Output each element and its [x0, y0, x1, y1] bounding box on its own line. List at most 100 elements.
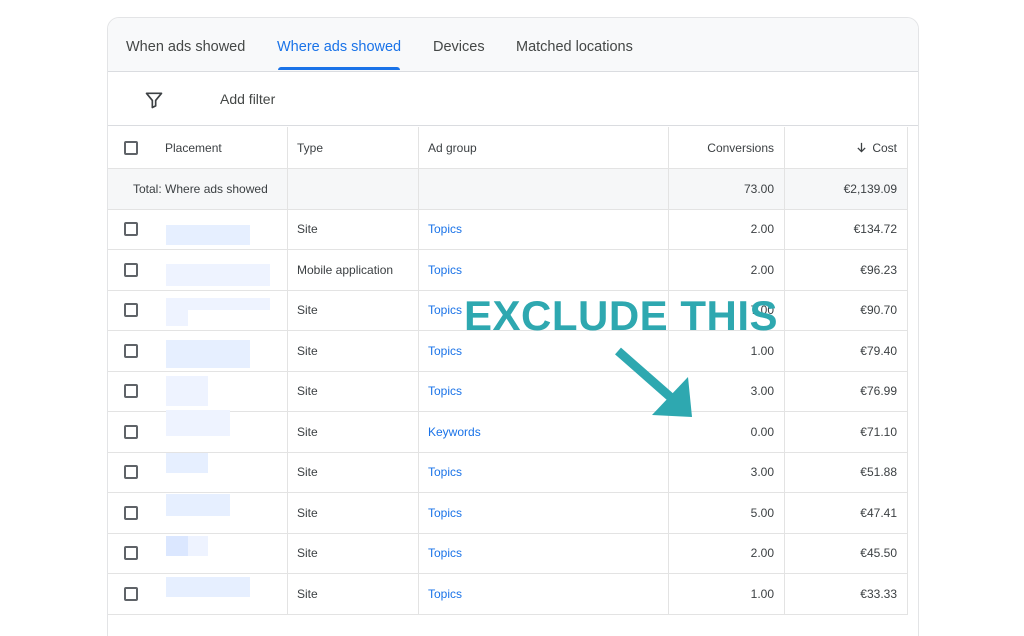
total-ad-group-cell: [419, 169, 669, 209]
redacted-placement-block: [188, 298, 270, 310]
type-cell: Site: [288, 371, 419, 411]
row-checkbox-cell: [108, 453, 153, 493]
tab-devices[interactable]: Devices: [433, 18, 485, 72]
total-cost: €2,139.09: [785, 169, 908, 209]
type-cell: Site: [288, 331, 419, 371]
row-checkbox-cell: [108, 331, 153, 371]
type-cell: Site: [288, 574, 419, 614]
table-row: Site Topics 3.00 €76.99: [108, 371, 908, 412]
column-header-ad-group[interactable]: Ad group: [419, 127, 669, 168]
conversions-cell: 2.00: [669, 250, 785, 290]
ad-group-link[interactable]: Topics: [428, 344, 462, 358]
cost-cell: €71.10: [785, 412, 908, 452]
row-checkbox[interactable]: [123, 465, 138, 480]
table-row: Site Topics 2.00 €45.50: [108, 533, 908, 574]
filter-bar: Add filter: [108, 72, 918, 126]
row-checkbox-cell: [108, 412, 153, 452]
cost-cell: €47.41: [785, 493, 908, 533]
conversions-cell: 3.00: [669, 452, 785, 492]
tab-when-ads-showed[interactable]: When ads showed: [126, 18, 245, 72]
redacted-placement-block: [166, 410, 230, 436]
cost-cell: €33.33: [785, 574, 908, 614]
ad-group-link[interactable]: Topics: [428, 263, 462, 277]
filter-icon[interactable]: [144, 90, 164, 110]
tab-where-ads-showed[interactable]: Where ads showed: [277, 18, 401, 72]
total-label: Total: Where ads showed: [108, 169, 288, 209]
ad-group-link[interactable]: Topics: [428, 384, 462, 398]
type-cell: Site: [288, 209, 419, 249]
row-checkbox[interactable]: [123, 343, 138, 358]
type-cell: Site: [288, 412, 419, 452]
conversions-cell: 5.00: [669, 493, 785, 533]
redacted-placement-block: [166, 376, 208, 406]
add-filter-button[interactable]: Add filter: [220, 91, 275, 107]
row-checkbox-cell: [108, 493, 153, 533]
redacted-placement-block: [166, 494, 230, 516]
row-checkbox[interactable]: [123, 424, 138, 439]
report-tabs: When ads showed Where ads showed Devices…: [108, 18, 918, 72]
row-checkbox-cell: [108, 291, 153, 331]
ad-group-link[interactable]: Topics: [428, 546, 462, 560]
total-type-cell: [288, 169, 419, 209]
type-cell: Site: [288, 533, 419, 573]
ad-group-cell: Topics: [419, 209, 669, 249]
conversions-cell: 2.00: [669, 209, 785, 249]
cost-cell: €51.88: [785, 452, 908, 492]
active-tab-indicator: [278, 67, 400, 70]
total-conversions: 73.00: [669, 169, 785, 209]
cost-cell: €134.72: [785, 209, 908, 249]
cost-cell: €96.23: [785, 250, 908, 290]
redacted-placement-block: [166, 536, 188, 556]
column-header-conversions[interactable]: Conversions: [669, 127, 785, 168]
select-all-checkbox[interactable]: [123, 140, 138, 155]
row-checkbox-cell: [108, 250, 153, 290]
ad-group-link[interactable]: Topics: [428, 506, 462, 520]
row-checkbox[interactable]: [123, 546, 138, 561]
redacted-placement-block: [166, 298, 188, 326]
column-header-placement[interactable]: Placement: [153, 127, 288, 168]
redacted-placement-block: [166, 340, 250, 368]
cost-cell: €45.50: [785, 533, 908, 573]
row-checkbox[interactable]: [123, 384, 138, 399]
exclude-annotation: EXCLUDE THIS: [464, 292, 779, 339]
row-checkbox[interactable]: [123, 505, 138, 520]
table-header-row: Placement Type Ad group Conversions Cost: [108, 127, 908, 169]
redacted-placement-block: [166, 453, 208, 473]
cost-cell: €79.40: [785, 331, 908, 371]
annotation-arrow-icon: [615, 347, 692, 417]
table-total-row: Total: Where ads showed 73.00 €2,139.09: [108, 169, 908, 210]
row-checkbox[interactable]: [123, 222, 138, 237]
ad-group-cell: Topics: [419, 452, 669, 492]
redacted-placement-block: [188, 536, 208, 556]
row-checkbox[interactable]: [123, 586, 138, 601]
column-header-cost[interactable]: Cost: [785, 127, 908, 168]
tab-matched-locations[interactable]: Matched locations: [516, 18, 633, 72]
ad-group-cell: Topics: [419, 250, 669, 290]
column-header-cost-label: Cost: [872, 140, 897, 155]
conversions-cell: 2.00: [669, 533, 785, 573]
ad-group-link[interactable]: Topics: [428, 303, 462, 317]
ad-group-link[interactable]: Keywords: [428, 425, 481, 439]
ad-group-link[interactable]: Topics: [428, 222, 462, 236]
row-checkbox[interactable]: [123, 303, 138, 318]
ad-group-link[interactable]: Topics: [428, 465, 462, 479]
redacted-placement-block: [166, 225, 250, 245]
conversions-cell: 1.00: [669, 574, 785, 614]
row-checkbox[interactable]: [123, 262, 138, 277]
redacted-placement-block: [166, 577, 250, 597]
ad-group-cell: Topics: [419, 574, 669, 614]
table-row: Site Topics 3.00 €51.88: [108, 452, 908, 493]
cost-cell: €90.70: [785, 290, 908, 330]
ad-group-cell: Topics: [419, 493, 669, 533]
redacted-placement-block: [166, 264, 270, 286]
select-all-cell: [108, 127, 153, 168]
type-cell: Site: [288, 493, 419, 533]
ad-group-link[interactable]: Topics: [428, 587, 462, 601]
row-checkbox-cell: [108, 210, 153, 250]
row-checkbox-cell: [108, 372, 153, 412]
row-checkbox-cell: [108, 534, 153, 574]
ad-group-cell: Topics: [419, 533, 669, 573]
column-header-type[interactable]: Type: [288, 127, 419, 168]
type-cell: Site: [288, 452, 419, 492]
arrow-down-icon: [857, 142, 866, 153]
